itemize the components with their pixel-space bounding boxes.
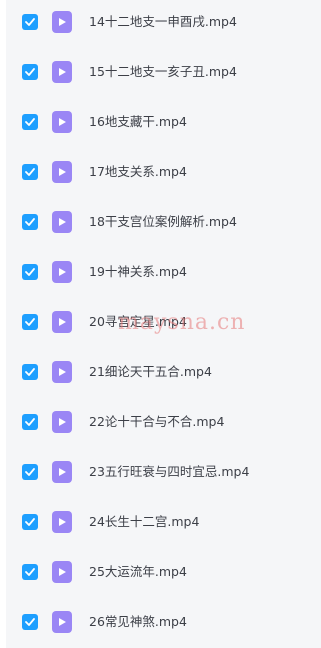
- checkmark-icon: [25, 518, 35, 526]
- checkmark-icon: [25, 68, 35, 76]
- checkmark-icon: [25, 268, 35, 276]
- checkbox[interactable]: [22, 164, 38, 180]
- checkbox[interactable]: [22, 214, 38, 230]
- video-play-icon: [52, 61, 72, 83]
- file-row[interactable]: 25大运流年.mp4: [0, 557, 321, 587]
- file-name: 14十二地支一申酉戌.mp4: [89, 14, 237, 29]
- file-row[interactable]: 23五行旺衰与四时宜忌.mp4: [0, 457, 321, 487]
- file-row[interactable]: 17地支关系.mp4: [0, 157, 321, 187]
- video-play-icon: [52, 561, 72, 583]
- file-row[interactable]: 24长生十二宫.mp4: [0, 507, 321, 537]
- checkmark-icon: [25, 568, 35, 576]
- file-name: 25大运流年.mp4: [89, 564, 187, 579]
- file-name: 24长生十二宫.mp4: [89, 514, 200, 529]
- video-play-icon: [52, 511, 72, 533]
- video-play-icon: [52, 311, 72, 333]
- checkbox[interactable]: [22, 264, 38, 280]
- checkmark-icon: [25, 18, 35, 26]
- checkmark-icon: [25, 318, 35, 326]
- checkbox[interactable]: [22, 114, 38, 130]
- checkmark-icon: [25, 168, 35, 176]
- file-row[interactable]: 19十神关系.mp4: [0, 257, 321, 287]
- file-name: 23五行旺衰与四时宜忌.mp4: [89, 464, 250, 479]
- file-row[interactable]: 22论十干合与不合.mp4: [0, 407, 321, 437]
- checkbox[interactable]: [22, 564, 38, 580]
- file-row[interactable]: 18干支宫位案例解析.mp4: [0, 207, 321, 237]
- checkbox[interactable]: [22, 514, 38, 530]
- file-row[interactable]: 20寻宫定星.mp4: [0, 307, 321, 337]
- checkmark-icon: [25, 218, 35, 226]
- file-name: 21细论天干五合.mp4: [89, 364, 212, 379]
- checkmark-icon: [25, 468, 35, 476]
- file-name: 18干支宫位案例解析.mp4: [89, 214, 237, 229]
- file-name: 19十神关系.mp4: [89, 264, 187, 279]
- checkbox[interactable]: [22, 414, 38, 430]
- file-row[interactable]: 15十二地支一亥子丑.mp4: [0, 57, 321, 87]
- file-name: 16地支藏干.mp4: [89, 114, 187, 129]
- file-row[interactable]: 21细论天干五合.mp4: [0, 357, 321, 387]
- video-play-icon: [52, 461, 72, 483]
- file-name: 20寻宫定星.mp4: [89, 314, 187, 329]
- video-play-icon: [52, 161, 72, 183]
- file-name: 17地支关系.mp4: [89, 164, 187, 179]
- video-play-icon: [52, 361, 72, 383]
- video-play-icon: [52, 211, 72, 233]
- video-play-icon: [52, 11, 72, 33]
- checkmark-icon: [25, 618, 35, 626]
- checkbox[interactable]: [22, 64, 38, 80]
- checkmark-icon: [25, 418, 35, 426]
- checkbox[interactable]: [22, 14, 38, 30]
- checkbox[interactable]: [22, 464, 38, 480]
- video-play-icon: [52, 261, 72, 283]
- file-row[interactable]: 16地支藏干.mp4: [0, 107, 321, 137]
- video-play-icon: [52, 611, 72, 633]
- checkbox[interactable]: [22, 314, 38, 330]
- file-row[interactable]: 26常见神煞.mp4: [0, 607, 321, 637]
- checkbox[interactable]: [22, 614, 38, 630]
- checkbox[interactable]: [22, 364, 38, 380]
- video-play-icon: [52, 411, 72, 433]
- file-name: 26常见神煞.mp4: [89, 614, 187, 629]
- checkmark-icon: [25, 368, 35, 376]
- checkmark-icon: [25, 118, 35, 126]
- file-row[interactable]: 14十二地支一申酉戌.mp4: [0, 7, 321, 37]
- video-play-icon: [52, 111, 72, 133]
- file-name: 15十二地支一亥子丑.mp4: [89, 64, 237, 79]
- file-name: 22论十干合与不合.mp4: [89, 414, 225, 429]
